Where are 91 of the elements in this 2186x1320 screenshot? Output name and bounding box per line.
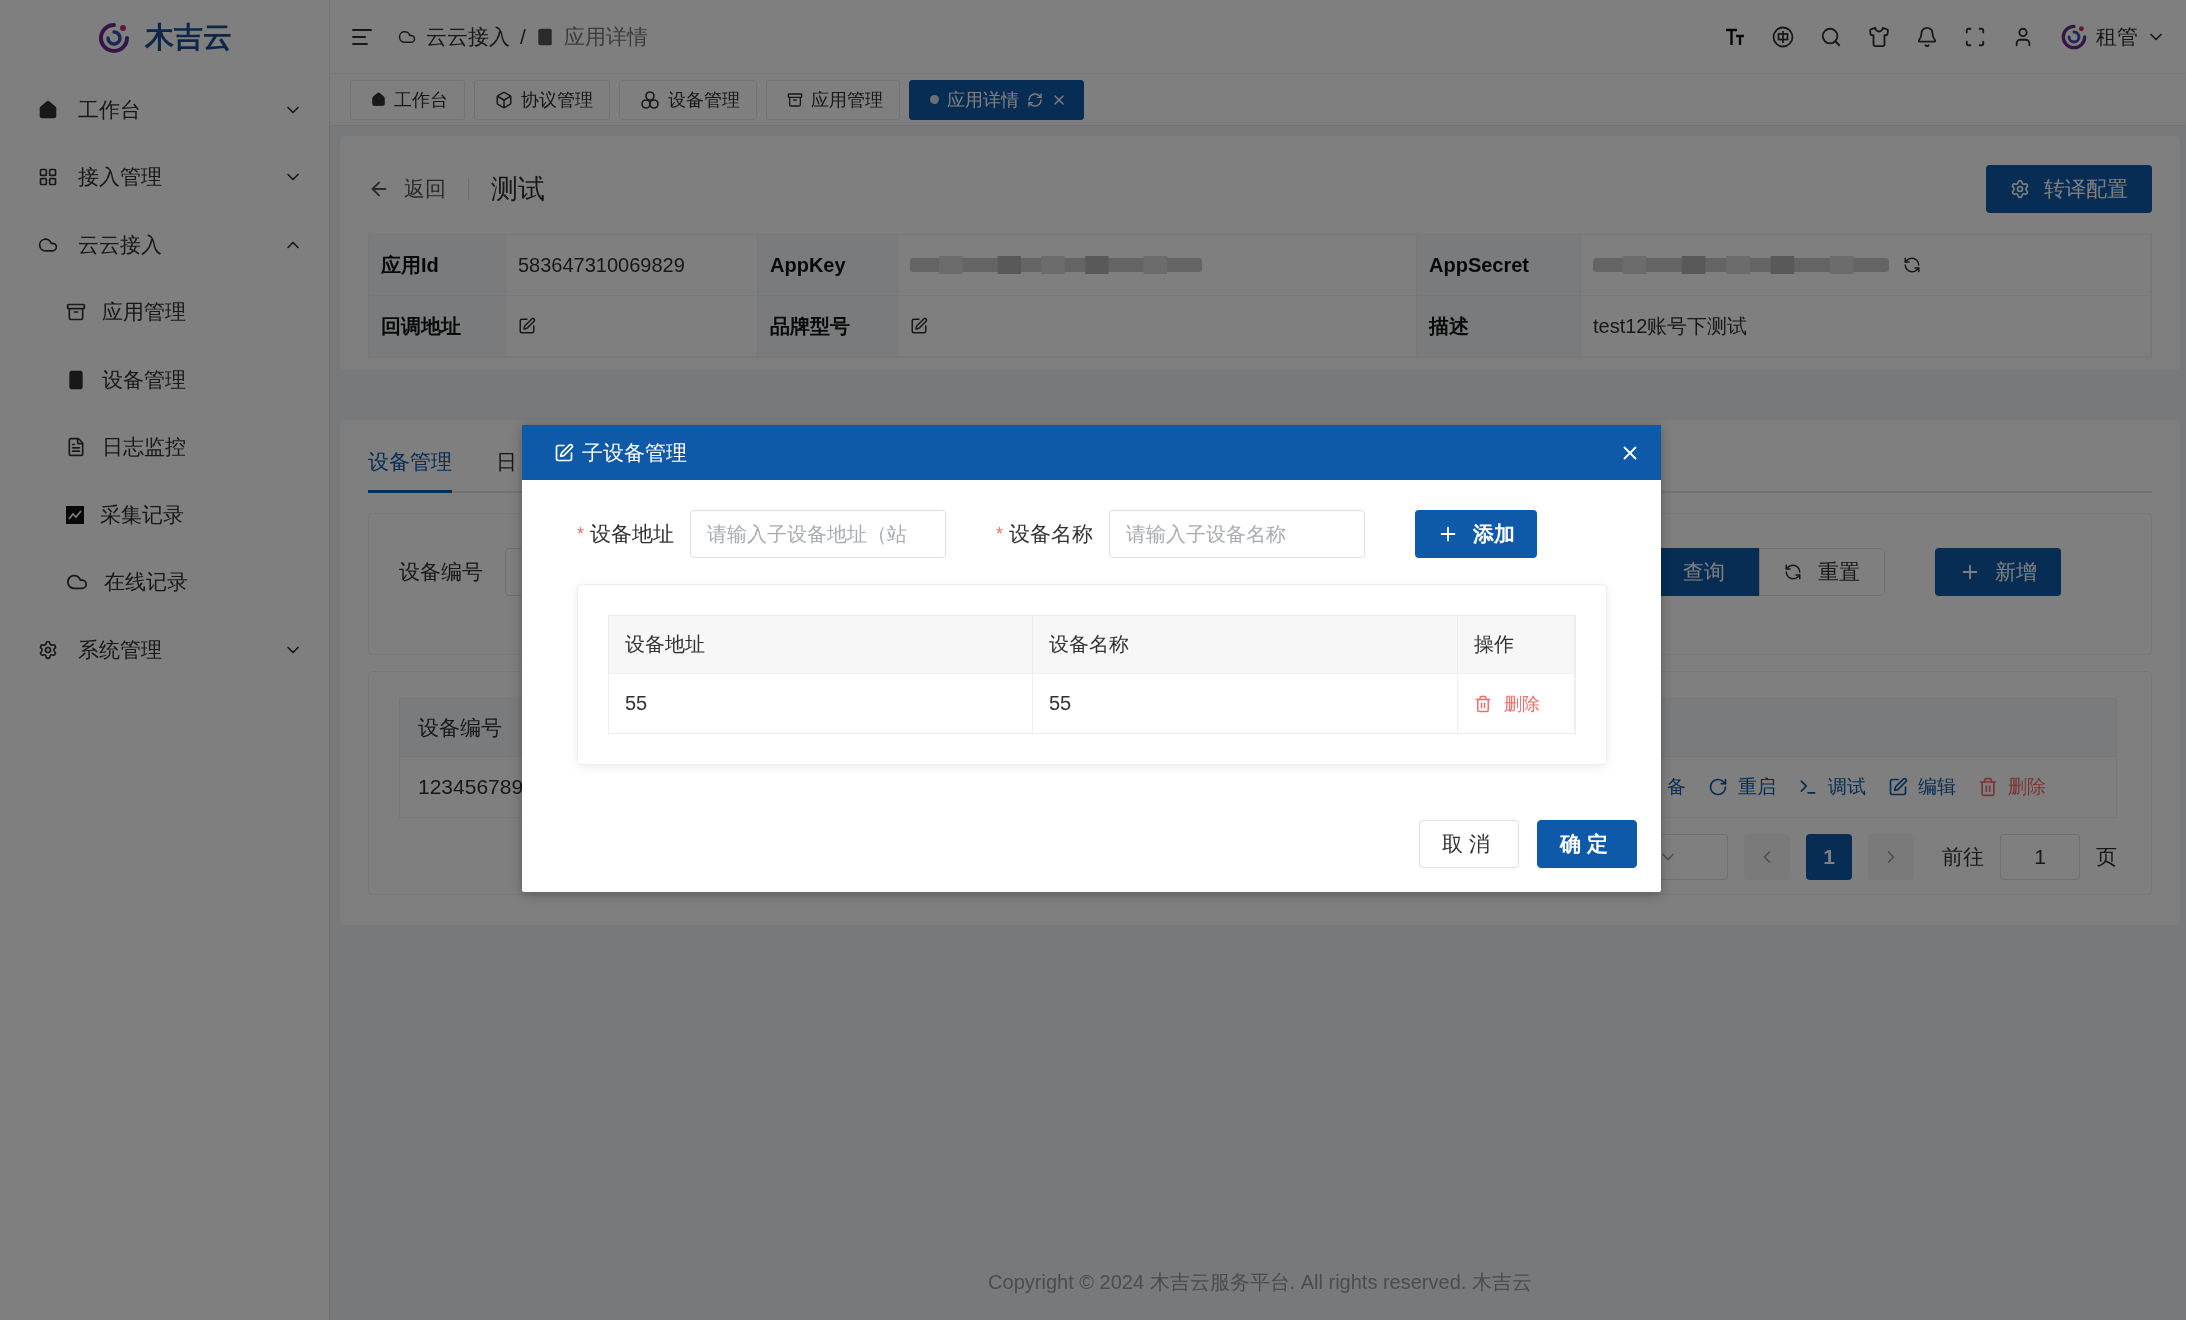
sidebar-item[interactable]: 接入管理 <box>0 143 329 211</box>
edit-icon[interactable] <box>910 317 928 335</box>
field-value: test12账号下测试 <box>1581 296 2151 357</box>
search-label: 设备编号 <box>399 559 483 585</box>
content-tab[interactable]: 日 <box>496 438 517 493</box>
refresh-icon[interactable] <box>1027 91 1043 108</box>
field-label: 设备地址 <box>590 521 674 547</box>
content-tab[interactable]: 设备管理 <box>368 438 452 493</box>
page-tab[interactable]: 协议管理 <box>474 79 610 120</box>
table-cell: 55 <box>1033 674 1458 734</box>
delete-link[interactable]: 删除 <box>1474 691 1540 716</box>
document-icon <box>66 437 86 458</box>
reset-icon <box>1784 563 1802 581</box>
goto-label: 前往 <box>1942 844 1984 870</box>
sidebar-item[interactable]: 应用管理 <box>0 278 329 346</box>
sidebar-item[interactable]: 系统管理 <box>0 616 329 684</box>
table-cell: 55 <box>609 674 1033 734</box>
page-suffix: 页 <box>2096 844 2117 870</box>
column-header: 设备编号 <box>418 714 503 741</box>
back-link[interactable]: 返回 <box>368 175 446 203</box>
config-button[interactable]: 转译配置 <box>1986 165 2152 213</box>
fullscreen-icon[interactable] <box>1964 25 1986 48</box>
action-link[interactable]: 调试 <box>1798 774 1866 800</box>
logo-icon <box>97 21 131 55</box>
confirm-button[interactable]: 确定 <box>1537 820 1637 868</box>
sidebar-item[interactable]: 设备管理 <box>0 346 329 414</box>
page-tab[interactable]: 工作台 <box>350 79 465 120</box>
language-icon[interactable] <box>1772 25 1794 48</box>
bell-icon[interactable] <box>1916 25 1938 48</box>
field-label: 回调地址 <box>369 296 506 357</box>
breadcrumb-link[interactable]: 云云接入 <box>426 22 510 51</box>
column-header: 设备地址 <box>609 616 1033 674</box>
field-label: 品牌型号 <box>758 296 898 357</box>
dot-icon <box>930 95 939 104</box>
page-title: 测试 <box>491 173 546 206</box>
logo-icon <box>2060 22 2088 51</box>
sidebar-item[interactable]: 工作台 <box>0 76 329 144</box>
breadcrumb-separator: / <box>520 24 526 49</box>
field-label: AppSecret <box>1417 235 1581 296</box>
add-button[interactable]: 新增 <box>1935 548 2061 596</box>
required-mark: * <box>577 523 584 545</box>
settings-icon <box>38 639 58 660</box>
table-cell-text: 123456789 <box>418 775 525 799</box>
sidebar-item[interactable]: 在线记录 <box>0 548 329 616</box>
page-tab[interactable]: 应用详情 <box>909 79 1084 120</box>
field-label: 描述 <box>1417 296 1581 357</box>
required-mark: * <box>996 523 1004 545</box>
trash-icon <box>1978 777 1998 797</box>
action-link[interactable]: 重启 <box>1708 774 1776 800</box>
add-button[interactable]: 添加 <box>1415 510 1538 558</box>
edit-icon <box>554 442 574 463</box>
user-name[interactable]: 租管 <box>2096 22 2138 51</box>
sidebar-item[interactable]: 日志监控 <box>0 413 329 481</box>
page-tab[interactable]: 应用管理 <box>766 79 900 120</box>
settings-icon <box>2010 179 2030 199</box>
action-link[interactable]: 删除 <box>1978 774 2046 800</box>
input-field[interactable]: 请输入子设备名称 <box>1109 510 1366 558</box>
dialog-title: 子设备管理 <box>582 439 688 466</box>
edit-icon[interactable] <box>518 317 536 335</box>
page-tab[interactable]: 设备管理 <box>619 79 757 120</box>
page-number[interactable]: 1 <box>1806 834 1852 880</box>
sidebar-item[interactable]: 云云接入 <box>0 211 329 279</box>
reset-button[interactable]: 重置 <box>1759 548 1885 596</box>
chart-icon <box>66 505 84 524</box>
circles-icon <box>640 89 660 110</box>
action-link[interactable]: 编辑 <box>1888 774 1956 800</box>
terminal-icon <box>1798 777 1818 797</box>
search-icon[interactable] <box>1820 25 1842 48</box>
column-header: 设备名称 <box>1033 616 1458 674</box>
cancel-button[interactable]: 取消 <box>1419 820 1519 868</box>
edit-icon <box>1888 777 1908 797</box>
grid-icon <box>38 167 58 188</box>
archive-icon <box>787 91 803 108</box>
action-link[interactable]: 备 <box>1667 774 1686 800</box>
brand-name: 木吉云 <box>145 20 232 55</box>
home-icon <box>38 99 58 120</box>
refresh-icon <box>1708 777 1728 797</box>
goto-field[interactable]: 1 <box>2000 834 2080 880</box>
sidebar-item[interactable]: 采集记录 <box>0 481 329 549</box>
breadcrumb-current: 应用详情 <box>563 23 648 50</box>
home-icon <box>371 92 386 107</box>
shirt-icon[interactable] <box>1868 25 1890 48</box>
trash-icon <box>1474 694 1492 713</box>
field-label: 设备名称 <box>1009 521 1094 547</box>
cube-icon <box>495 90 513 109</box>
field-label: AppKey <box>758 235 898 296</box>
field-label: 应用Id <box>369 235 506 296</box>
input-field[interactable]: 请输入子设备地址（站 <box>690 510 946 558</box>
refresh-icon[interactable] <box>1903 256 1921 274</box>
archive-icon <box>66 302 86 323</box>
column-header: 操作 <box>1458 616 1575 674</box>
